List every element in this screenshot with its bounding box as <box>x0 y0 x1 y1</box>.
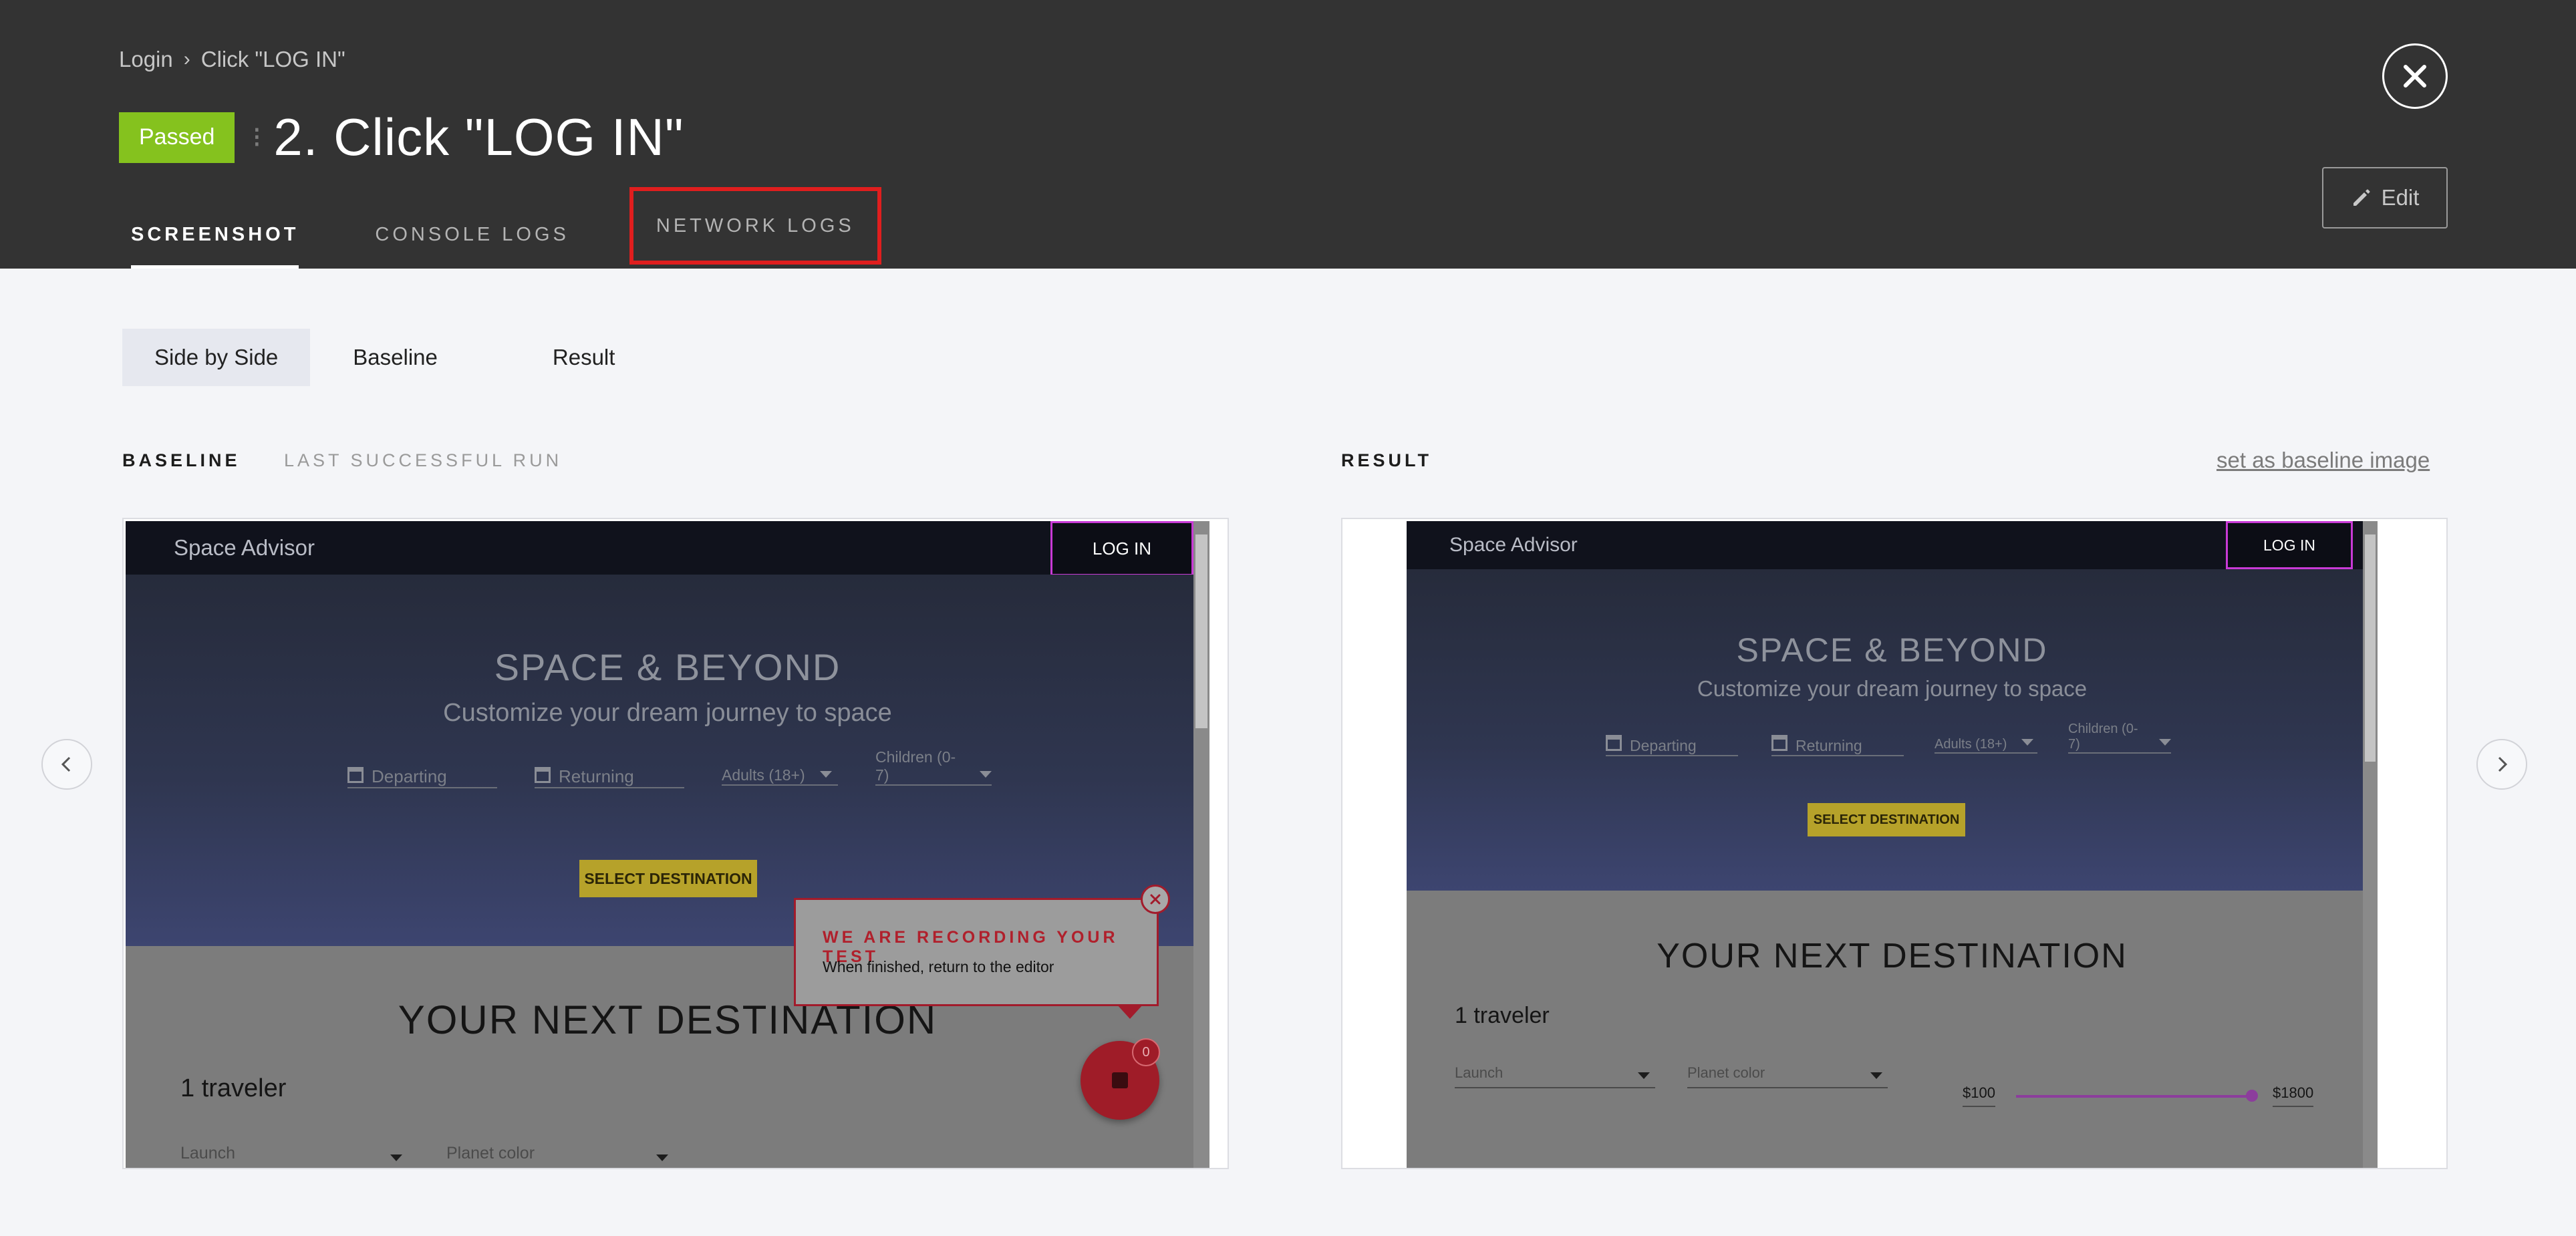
app-planet-color-select[interactable]: Planet color <box>446 1144 674 1168</box>
scrollbar-thumb[interactable] <box>1195 534 1207 728</box>
app-returning-field[interactable]: Returning <box>535 758 684 788</box>
app-login-button[interactable]: LOG IN <box>2226 521 2353 569</box>
breadcrumb-current: Click "LOG IN" <box>200 47 345 71</box>
breadcrumb-root[interactable]: Login <box>119 47 173 72</box>
baseline-heading: BASELINE <box>122 450 241 470</box>
app-scrollbar[interactable] <box>1193 521 1209 1168</box>
app-select-destination-button[interactable]: SELECT DESTINATION <box>579 860 757 897</box>
baseline-screenshot: Space Advisor LOG IN SPACE & BEYOND Cust… <box>126 521 1209 1168</box>
chevron-down-icon <box>2159 739 2171 746</box>
app-headline: SPACE & BEYOND <box>494 646 841 688</box>
recording-close-button[interactable] <box>1141 885 1170 914</box>
app-subhead: Customize your dream journey to space <box>1697 676 2088 701</box>
mode-result[interactable]: Result <box>521 329 648 386</box>
app-launch-select[interactable]: Launch <box>180 1144 408 1168</box>
app-subhead: Customize your dream journey to space <box>443 699 892 727</box>
recording-subtitle: When finished, return to the editor <box>823 958 1054 975</box>
app-children-select[interactable]: Children (0-7) <box>2068 722 2171 754</box>
popup-pointer <box>1117 1004 1143 1019</box>
app-adults-select[interactable]: Adults (18+) <box>722 758 838 786</box>
app-price-min: $100 <box>1963 1084 1995 1107</box>
status-badge: Passed <box>119 112 235 163</box>
returning-label: Returning <box>1796 737 1862 754</box>
chevron-down-icon <box>980 771 992 778</box>
adults-label: Adults (18+) <box>1935 737 2007 752</box>
app-children-select[interactable]: Children (0-7) <box>875 748 992 786</box>
set-as-baseline-link[interactable]: set as baseline image <box>2216 448 2430 473</box>
departing-label: Departing <box>1630 737 1697 754</box>
departing-label: Departing <box>372 766 447 786</box>
calendar-icon <box>347 767 364 783</box>
children-label: Children (0-7) <box>2068 722 2138 752</box>
app-scrollbar[interactable] <box>2363 521 2378 1168</box>
drag-handle-icon: ⁝ <box>252 120 262 154</box>
next-step-button[interactable] <box>2476 739 2527 790</box>
app-returning-field[interactable]: Returning <box>1771 730 1904 756</box>
app-adults-select[interactable]: Adults (18+) <box>1935 730 2037 754</box>
tab-screenshot[interactable]: SCREENSHOT <box>119 200 311 269</box>
mode-side-by-side[interactable]: Side by Side <box>122 329 311 386</box>
app-navbar: Space Advisor <box>126 521 1209 575</box>
result-heading: RESULT <box>1341 450 1432 470</box>
close-icon <box>1150 894 1161 905</box>
stop-icon <box>1112 1072 1128 1088</box>
mode-baseline[interactable]: Baseline <box>321 329 470 386</box>
close-button[interactable] <box>2382 43 2448 109</box>
edit-button[interactable]: Edit <box>2322 167 2448 228</box>
title-row: Passed ⁝ 2. Click "LOG IN" <box>119 107 684 168</box>
app-launch-select[interactable]: Launch <box>1455 1064 1655 1088</box>
adults-label: Adults (18+) <box>722 766 805 784</box>
app-headline: SPACE & BEYOND <box>1736 631 2048 669</box>
chevron-right-icon: › <box>183 48 190 70</box>
calendar-icon <box>1606 735 1622 751</box>
children-label: Children (0-7) <box>875 748 956 784</box>
chevron-down-icon <box>2021 739 2034 746</box>
app-departing-field[interactable]: Departing <box>347 758 497 788</box>
page-title: 2. Click "LOG IN" <box>273 108 684 166</box>
result-screenshot: Space Advisor LOG IN SPACE & BEYOND Cust… <box>1407 521 2378 1168</box>
pencil-icon <box>2353 189 2370 206</box>
returning-label: Returning <box>559 766 634 786</box>
chevron-right-icon <box>2498 756 2508 772</box>
close-icon <box>2404 65 2426 88</box>
result-screenshot-frame: Space Advisor LOG IN SPACE & BEYOND Cust… <box>1341 518 2448 1169</box>
breadcrumb: Login › Click "LOG IN" <box>119 47 345 72</box>
app-login-button[interactable]: LOG IN <box>1050 521 1193 576</box>
chevron-down-icon <box>819 771 832 778</box>
app-travelers-label: 1 traveler <box>1455 1003 1550 1028</box>
recording-count-badge: 0 <box>1132 1038 1160 1066</box>
app-destination-section: YOUR NEXT DESTINATION 1 traveler Launch … <box>1407 891 2378 1168</box>
scrollbar-thumb[interactable] <box>2365 534 2376 762</box>
calendar-icon <box>535 767 551 783</box>
step-header: Login › Click "LOG IN" Passed ⁝ 2. Click… <box>0 0 2576 269</box>
tab-console-logs[interactable]: CONSOLE LOGS <box>363 200 581 269</box>
app-next-destination-heading: YOUR NEXT DESTINATION <box>1657 937 2128 975</box>
app-brand: Space Advisor <box>1449 534 1578 556</box>
baseline-screenshot-frame: Space Advisor LOG IN SPACE & BEYOND Cust… <box>122 518 1229 1169</box>
chevron-left-icon <box>61 756 71 772</box>
calendar-icon <box>1771 735 1787 751</box>
app-planet-color-select[interactable]: Planet color <box>1687 1064 1888 1088</box>
tab-bar: SCREENSHOT CONSOLE LOGS NETWORK LOGS <box>119 187 929 269</box>
view-mode-switcher: Side by Side Baseline Result <box>122 329 658 386</box>
app-departing-field[interactable]: Departing <box>1606 730 1738 756</box>
app-price-slider-handle[interactable] <box>2246 1090 2258 1102</box>
app-brand: Space Advisor <box>174 535 315 560</box>
app-price-slider-track[interactable] <box>2016 1095 2253 1098</box>
last-successful-run-label: LAST SUCCESSFUL RUN <box>284 450 563 470</box>
app-travelers-label: 1 traveler <box>180 1074 287 1102</box>
app-hero: SPACE & BEYOND Customize your dream jour… <box>126 575 1209 946</box>
edit-label: Edit <box>2381 185 2420 210</box>
tab-network-logs[interactable]: NETWORK LOGS <box>629 187 881 265</box>
app-select-destination-button[interactable]: SELECT DESTINATION <box>1808 803 1965 836</box>
app-hero: SPACE & BEYOND Customize your dream jour… <box>1407 569 2378 891</box>
previous-step-button[interactable] <box>41 739 92 790</box>
app-price-max: $1800 <box>2273 1084 2314 1107</box>
recording-popup: WE ARE RECORDING YOUR TEST When finished… <box>794 898 1159 1019</box>
